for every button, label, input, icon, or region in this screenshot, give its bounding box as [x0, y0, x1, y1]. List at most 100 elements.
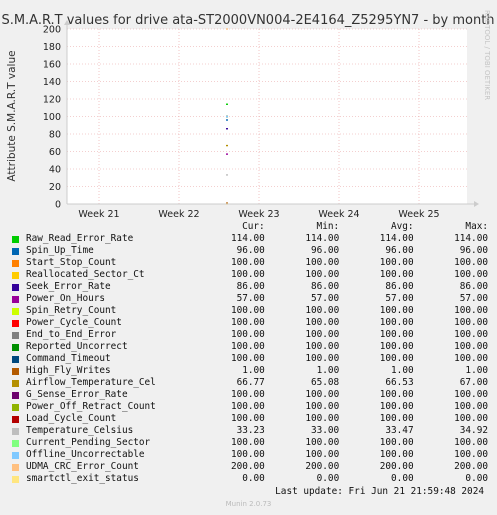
x-tick-label: Week 24 — [318, 209, 359, 220]
y-tick-label: 120 — [43, 95, 61, 106]
legend-series-name: G_Sense_Error_Rate — [26, 389, 128, 400]
legend-min-value: 57.00 — [310, 293, 340, 304]
legend-cur-value: 100.00 — [230, 389, 265, 400]
legend-series-name: Reported_Uncorrect — [26, 341, 128, 352]
legend-series-name: Load_Cycle_Count — [26, 413, 117, 424]
legend-series-name: End_to_End_Error — [26, 329, 117, 340]
legend-min-value: 1.00 — [316, 365, 340, 376]
y-axis-ticks: 0 20 40 60 80 100 120 140 160 180 200 — [43, 25, 61, 211]
legend-min-value: 100.00 — [305, 401, 340, 412]
legend-row: Raw_Read_Error_Rate 114.00 114.00 114.00 114… — [12, 233, 488, 245]
legend-min-value: 100.00 — [305, 341, 340, 352]
legend-cur-value: 33.23 — [236, 425, 265, 436]
y-tick-label: 180 — [43, 42, 61, 53]
legend-min-value: 96.00 — [310, 245, 340, 256]
legend: Cur: Min: Avg: Max: Raw_Read_Error_Rate 1… — [12, 221, 488, 485]
legend-series-name: Command_Timeout — [26, 353, 111, 364]
y-axis-label: Attribute S.M.A.R.T value — [6, 50, 18, 181]
legend-cur-value: 100.00 — [230, 341, 265, 352]
column-max: Max: — [465, 221, 488, 232]
legend-min-value: 200.00 — [305, 461, 340, 472]
legend-row: End_to_End_Error 100.00 100.00 100.00 100.00 — [12, 329, 488, 341]
x-tick-label: Week 21 — [78, 209, 119, 220]
legend-row: High_Fly_Writes 1.00 1.00 1.00 1.00 — [12, 365, 488, 377]
legend-avg-value: 33.47 — [385, 425, 414, 436]
legend-avg-value: 57.00 — [385, 293, 414, 304]
x-tick-label: Week 22 — [158, 209, 199, 220]
legend-cur-value: 57.00 — [236, 293, 265, 304]
legend-avg-value: 100.00 — [379, 269, 414, 280]
legend-max-value: 100.00 — [454, 449, 488, 460]
legend-min-value: 100.00 — [305, 305, 340, 316]
legend-max-value: 100.00 — [454, 389, 488, 400]
x-axis-arrow — [474, 201, 479, 207]
legend-swatch — [12, 451, 19, 459]
legend-swatch — [12, 259, 19, 267]
legend-series-name: High_Fly_Writes — [26, 365, 111, 376]
legend-row: UDMA_CRC_Error_Count 200.00 200.00 200.00 20… — [12, 461, 488, 473]
legend-series-name: Power_On_Hours — [26, 293, 106, 304]
legend-avg-value: 100.00 — [379, 353, 414, 364]
legend-swatch — [12, 475, 19, 483]
legend-min-value: 100.00 — [305, 353, 340, 364]
legend-cur-value: 100.00 — [230, 401, 265, 412]
legend-cur-value: 100.00 — [230, 353, 265, 364]
y-tick-label: 60 — [49, 147, 61, 158]
legend-swatch — [12, 343, 19, 351]
legend-row: Temperature_Celsius 33.23 33.00 33.47 34.92 — [12, 425, 488, 437]
legend-cur-value: 66.77 — [236, 377, 265, 388]
legend-row: Spin_Up_Time 96.00 96.00 96.00 96.00 — [12, 245, 488, 257]
legend-min-value: 0.00 — [316, 473, 340, 484]
legend-max-value: 0.00 — [465, 473, 488, 484]
legend-series-name: Spin_Retry_Count — [26, 305, 117, 316]
legend-cur-value: 86.00 — [236, 281, 265, 292]
legend-swatch — [12, 415, 19, 423]
legend-row: Power_On_Hours 57.00 57.00 57.00 57.00 — [12, 293, 488, 305]
legend-cur-value: 100.00 — [230, 257, 265, 268]
legend-swatch — [12, 379, 19, 387]
legend-max-value: 96.00 — [459, 245, 488, 256]
legend-max-value: 100.00 — [454, 437, 488, 448]
legend-cur-value: 200.00 — [230, 461, 265, 472]
legend-row: Power_Off_Retract_Count 100.00 100.00 100.0… — [12, 401, 488, 413]
legend-swatch — [12, 235, 19, 243]
legend-series-name: Airflow_Temperature_Cel — [26, 377, 156, 388]
legend-cur-value: 100.00 — [230, 329, 265, 340]
legend-swatch — [12, 295, 19, 303]
legend-series-name: Reallocated_Sector_Ct — [26, 269, 145, 280]
legend-min-value: 100.00 — [305, 269, 340, 280]
legend-avg-value: 100.00 — [379, 305, 414, 316]
legend-series-name: Power_Off_Retract_Count — [26, 401, 156, 412]
legend-swatch — [12, 271, 19, 279]
y-tick-label: 140 — [43, 77, 61, 88]
y-tick-label: 100 — [43, 112, 61, 123]
legend-cur-value: 100.00 — [230, 269, 265, 280]
legend-max-value: 34.92 — [459, 425, 488, 436]
legend-swatch — [12, 307, 19, 315]
legend-min-value: 100.00 — [305, 413, 340, 424]
legend-max-value: 67.00 — [459, 377, 488, 388]
legend-swatch — [12, 355, 19, 363]
x-tick-label: Week 23 — [238, 209, 279, 220]
legend-row: G_Sense_Error_Rate 100.00 100.00 100.00 100.… — [12, 389, 488, 401]
legend-max-value: 114.00 — [454, 233, 488, 244]
legend-swatch — [12, 331, 19, 339]
legend-row: Power_Cycle_Count 100.00 100.00 100.00 100.0… — [12, 317, 488, 329]
legend-min-value: 100.00 — [305, 389, 340, 400]
chart: S.M.A.R.T values for drive ata-ST2000VN0… — [1, 10, 494, 220]
legend-cur-value: 96.00 — [236, 245, 265, 256]
legend-cur-value: 100.00 — [230, 413, 265, 424]
legend-swatch — [12, 319, 19, 327]
legend-swatch — [12, 247, 19, 255]
side-label: RRDTOOL / TOBI OETIKER — [483, 10, 491, 100]
legend-min-value: 100.00 — [305, 437, 340, 448]
legend-swatch — [12, 403, 19, 411]
y-tick-label: 40 — [49, 165, 61, 176]
y-tick-label: 200 — [43, 25, 61, 36]
legend-row: Load_Cycle_Count 100.00 100.00 100.00 100.00 — [12, 413, 488, 425]
legend-avg-value: 100.00 — [379, 401, 414, 412]
legend-max-value: 100.00 — [454, 401, 488, 412]
y-tick-label: 160 — [43, 60, 61, 71]
legend-row: Start_Stop_Count 100.00 100.00 100.00 100.00 — [12, 257, 488, 269]
legend-row: Airflow_Temperature_Cel 66.77 65.08 66.53 67… — [12, 377, 488, 389]
